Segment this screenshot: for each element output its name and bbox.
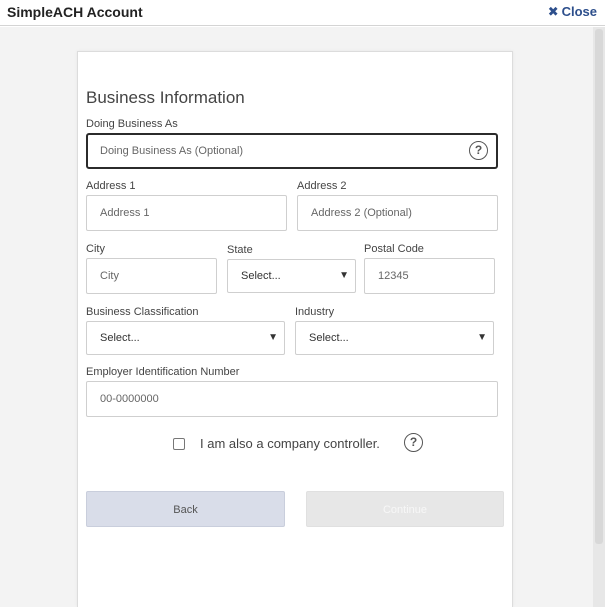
chevron-down-icon: ▼ xyxy=(477,332,487,343)
industry-select-value: Select... xyxy=(309,332,349,344)
window-title: SimpleACH Account xyxy=(7,4,143,20)
controller-checkbox-label[interactable]: I am also a company controller. xyxy=(200,436,380,451)
city-label: City xyxy=(86,243,105,255)
state-select-value: Select... xyxy=(241,270,281,282)
state-select[interactable]: Select... ▼ xyxy=(227,259,356,293)
ein-input[interactable]: 00-0000000 xyxy=(86,381,498,417)
scrollbar-thumb[interactable] xyxy=(595,29,603,544)
postal-label: Postal Code xyxy=(364,243,424,255)
address1-input[interactable]: Address 1 xyxy=(86,195,287,231)
classification-select-value: Select... xyxy=(100,332,140,344)
address1-label: Address 1 xyxy=(86,180,136,192)
back-button[interactable]: Back xyxy=(86,491,285,527)
industry-select[interactable]: Select... ▼ xyxy=(295,321,494,355)
close-button[interactable]: ✖ Close xyxy=(548,4,597,20)
scrollbar[interactable] xyxy=(593,27,605,607)
close-icon: ✖ xyxy=(547,4,559,19)
continue-button[interactable]: Continue xyxy=(306,491,504,527)
industry-label: Industry xyxy=(295,306,335,318)
city-input[interactable]: City xyxy=(86,258,217,294)
classification-label: Business Classification xyxy=(86,306,199,318)
chevron-down-icon: ▼ xyxy=(268,332,278,343)
chevron-down-icon: ▼ xyxy=(339,270,349,281)
postal-input[interactable]: 12345 xyxy=(364,258,495,294)
dba-input[interactable]: Doing Business As (Optional) xyxy=(86,133,498,169)
controller-checkbox[interactable] xyxy=(173,438,185,450)
ein-label: Employer Identification Number xyxy=(86,366,240,378)
help-icon[interactable]: ? xyxy=(404,433,423,452)
title-bar: SimpleACH Account ✖ Close xyxy=(0,0,605,26)
classification-select[interactable]: Select... ▼ xyxy=(86,321,285,355)
business-info-form: Business Information Doing Business As D… xyxy=(77,51,513,607)
dba-label: Doing Business As xyxy=(86,118,178,130)
address2-label: Address 2 xyxy=(297,180,347,192)
help-icon[interactable]: ? xyxy=(469,141,488,160)
close-label: Close xyxy=(561,4,597,19)
address2-input[interactable]: Address 2 (Optional) xyxy=(297,195,498,231)
form-heading: Business Information xyxy=(86,88,245,107)
state-label: State xyxy=(227,244,253,256)
